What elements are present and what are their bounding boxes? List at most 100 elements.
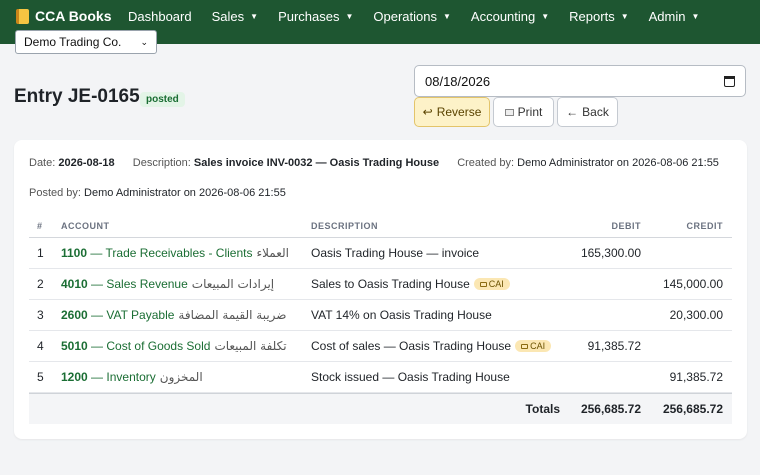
line-description: Cost of sales — Oasis Trading House CAI [311, 331, 552, 361]
ledger-book-icon [16, 8, 29, 24]
cost-center-tag: CAI [473, 278, 510, 290]
printer-icon [504, 108, 514, 116]
account-link[interactable]: 5010 — Cost of Goods Sold تكلفة المبيعات [61, 331, 287, 361]
nav-reports[interactable]: Reports ▼ [559, 9, 638, 24]
nav-operations[interactable]: Operations ▼ [363, 9, 461, 24]
line-description-text: Cost of sales — Oasis Trading House [311, 339, 512, 353]
account-name-arabic: تكلفة المبيعات [214, 339, 287, 353]
line-num: 3 [37, 308, 44, 322]
account-code: 4010 [61, 277, 88, 291]
journal-lines-table: # ACCOUNT DESCRIPTION DEBIT CREDIT 1 110… [29, 214, 732, 424]
description-label: Description: [132, 157, 191, 169]
undo-arrow-icon: ↩ [422, 105, 433, 119]
nav-label: Sales [211, 8, 245, 24]
posted-value: Demo Administrator on 2026-08-06 21:55 [84, 187, 286, 199]
totals-debit: 256,685.72 [580, 402, 641, 416]
line-description: Stock issued — Oasis Trading House [311, 370, 510, 384]
totals-row: Totals 256,685.72 256,685.72 [29, 393, 732, 424]
nav-dashboard[interactable]: Dashboard [118, 9, 202, 24]
line-description-text: Sales to Oasis Trading House [311, 277, 470, 291]
account-name-arabic: المخزون [159, 370, 203, 384]
back-label: Back [582, 105, 609, 119]
account-link[interactable]: 1100 — Trade Receivables - Clients العمل… [61, 238, 289, 268]
account-name: — Trade Receivables - Clients [90, 246, 253, 260]
back-button[interactable]: ← Back [557, 97, 618, 127]
reverse-label: Reverse [436, 105, 482, 119]
nav-label: Admin [648, 8, 686, 24]
print-button[interactable]: Print [493, 97, 554, 127]
header-credit: CREDIT [686, 220, 723, 231]
line-credit: 91,385.72 [669, 370, 723, 384]
tag-icon [521, 343, 529, 349]
calendar-icon[interactable] [724, 75, 735, 87]
page-title: Entry JE-0165 [14, 86, 140, 107]
line-num: 2 [37, 277, 44, 291]
caret-down-icon: ▼ [443, 11, 451, 21]
date-value: 2026-08-18 [58, 157, 115, 169]
reverse-button[interactable]: ↩ Reverse [414, 97, 490, 127]
brand-name: CCA Books [35, 8, 112, 24]
account-link[interactable]: 1200 — Inventory المخزون [61, 362, 203, 392]
nav-label: Operations [373, 8, 437, 24]
created-label: Created by: [457, 157, 515, 169]
table-row: 2 4010 — Sales Revenue إيرادات المبيعات … [29, 269, 732, 300]
line-description: VAT 14% on Oasis Trading House [311, 308, 492, 322]
date-input-value: 08/18/2026 [425, 73, 491, 89]
back-arrow-icon: ← [566, 105, 579, 119]
brand[interactable]: CCA Books [16, 6, 112, 26]
account-name: — Inventory [91, 370, 156, 384]
header-description: DESCRIPTION [311, 220, 379, 231]
nav-label: Purchases [278, 8, 340, 24]
nav-sales[interactable]: Sales ▼ [202, 9, 268, 24]
totals-credit: 256,685.72 [662, 402, 723, 416]
nav-label: Reports [569, 8, 615, 24]
nav-accounting[interactable]: Accounting ▼ [461, 9, 559, 24]
header-debit: DEBIT [611, 220, 641, 231]
line-credit: 145,000.00 [662, 277, 723, 291]
account-code: 2600 [61, 308, 88, 322]
account-code: 5010 [61, 339, 88, 353]
account-name-arabic: إيرادات المبيعات [191, 277, 275, 291]
tag-icon [479, 281, 487, 287]
tag-label: CAI [488, 279, 504, 289]
table-header: # ACCOUNT DESCRIPTION DEBIT CREDIT [29, 214, 732, 238]
line-credit: 20,300.00 [669, 308, 723, 322]
account-code: 1100 [61, 246, 88, 260]
totals-label: Totals [525, 402, 560, 416]
created-value: Demo Administrator on 2026-08-06 21:55 [517, 157, 719, 169]
posted-meta-row: Posted by: Demo Administrator on 2026-08… [29, 187, 286, 199]
line-num: 1 [37, 246, 44, 260]
status-badge: posted [140, 92, 185, 107]
account-name: — Cost of Goods Sold [91, 339, 211, 353]
tag-label: CAI [530, 341, 546, 351]
account-name: — VAT Payable [91, 308, 175, 322]
line-num: 4 [37, 339, 44, 353]
line-description: Sales to Oasis Trading House CAI [311, 269, 510, 299]
entry-meta-row: Date: 2026-08-18 Description: Sales invo… [29, 157, 719, 169]
company-select[interactable]: Demo Trading Co. ⌄ [15, 30, 157, 54]
reverse-date-input[interactable]: 08/18/2026 [414, 65, 746, 97]
account-link[interactable]: 4010 — Sales Revenue إيرادات المبيعات [61, 269, 274, 299]
nav-label: Dashboard [128, 8, 192, 24]
journal-entry-card: Date: 2026-08-18 Description: Sales invo… [14, 140, 747, 439]
account-code: 1200 [61, 370, 88, 384]
nav-purchases[interactable]: Purchases ▼ [268, 9, 363, 24]
chevron-down-icon: ⌄ [140, 36, 148, 47]
line-description: Oasis Trading House — invoice [311, 246, 480, 260]
table-row: 5 1200 — Inventory المخزون Stock issued … [29, 362, 732, 393]
line-debit: 165,300.00 [580, 246, 641, 260]
nav-admin[interactable]: Admin ▼ [639, 9, 710, 24]
caret-down-icon: ▼ [620, 11, 629, 21]
caret-down-icon: ▼ [250, 11, 259, 21]
account-name: — Sales Revenue [91, 277, 188, 291]
description-value: Sales invoice INV-0032 — Oasis Trading H… [193, 157, 440, 169]
posted-label: Posted by: [29, 187, 81, 199]
cost-center-tag: CAI [515, 340, 552, 352]
table-row: 3 2600 — VAT Payable ضريبة القيمة المضاف… [29, 300, 732, 331]
account-name-arabic: العملاء [256, 246, 289, 260]
account-link[interactable]: 2600 — VAT Payable ضريبة القيمة المضافة [61, 300, 286, 330]
caret-down-icon: ▼ [541, 11, 550, 21]
line-debit: 91,385.72 [587, 339, 641, 353]
table-row: 1 1100 — Trade Receivables - Clients الع… [29, 238, 732, 269]
header-account: ACCOUNT [61, 220, 110, 231]
